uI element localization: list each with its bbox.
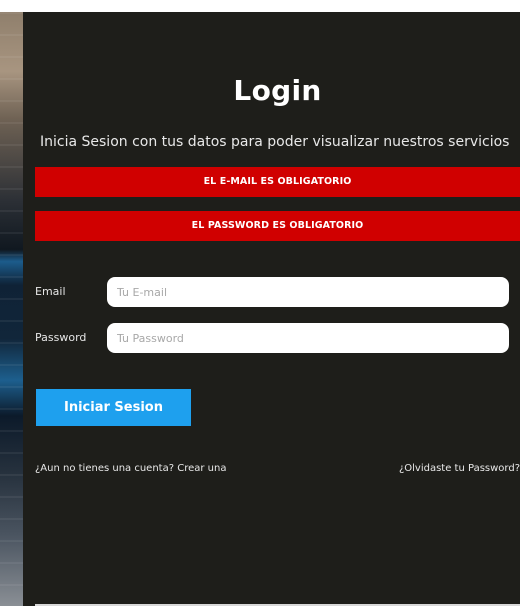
- password-label: Password: [35, 331, 87, 344]
- page-title: Login: [233, 74, 322, 107]
- forgot-password-link[interactable]: ¿Olvidaste tu Password?: [399, 463, 520, 474]
- login-button[interactable]: Iniciar Sesion: [36, 389, 191, 426]
- email-required-alert: EL E-MAIL ES OBLIGATORIO: [35, 167, 520, 197]
- password-required-alert: EL PASSWORD ES OBLIGATORIO: [35, 211, 520, 241]
- email-input[interactable]: [107, 277, 509, 307]
- page: Login Inicia Sesion con tus datos para p…: [0, 0, 520, 606]
- create-account-link[interactable]: ¿Aun no tienes una cuenta? Crear una: [35, 463, 226, 474]
- login-panel: Login Inicia Sesion con tus datos para p…: [23, 12, 520, 606]
- background-image: [0, 12, 23, 606]
- password-input[interactable]: [107, 323, 509, 353]
- page-subtitle: Inicia Sesion con tus datos para poder v…: [40, 134, 510, 150]
- email-label: Email: [35, 285, 66, 298]
